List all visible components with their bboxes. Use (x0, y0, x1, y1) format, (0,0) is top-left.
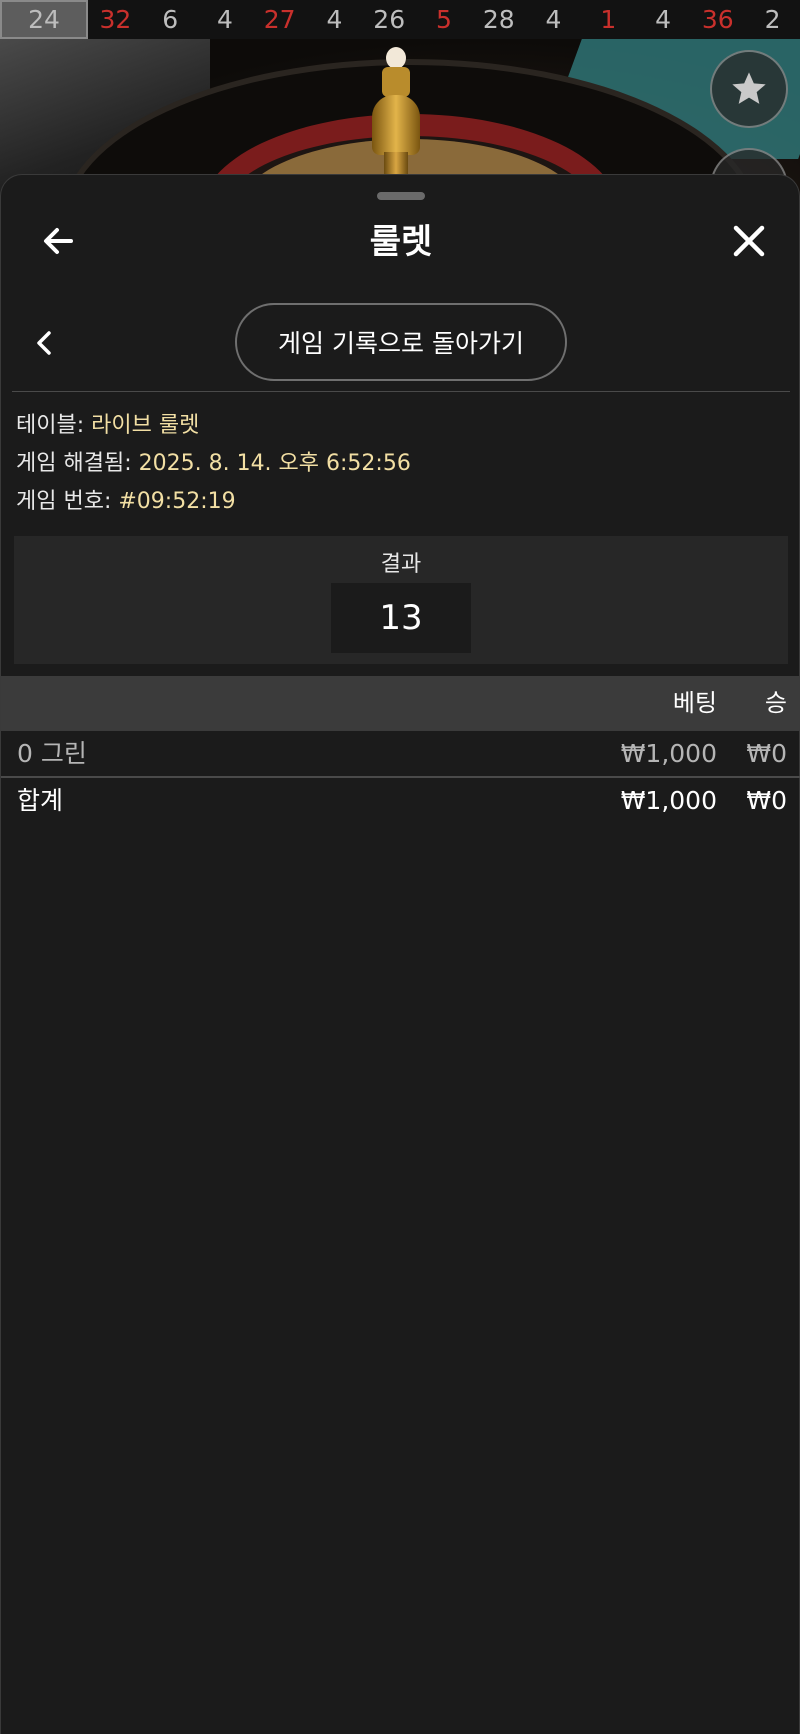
previous-game-button[interactable] (29, 325, 59, 361)
sheet-drag-handle[interactable] (377, 192, 425, 200)
sheet-header: 룰렛 (1, 211, 800, 273)
game-number-info: 게임 번호: #09:52:19 (16, 483, 786, 521)
results-history-strip: 24 32 6 4 27 4 26 5 28 4 1 4 36 2 (0, 0, 800, 39)
table-value: 라이브 룰렛 (91, 413, 200, 438)
history-result: 27 (263, 5, 296, 34)
back-button[interactable] (37, 219, 81, 263)
result-panel: 결과 13 (14, 536, 788, 664)
bet-name: 0 그린 (17, 739, 87, 768)
total-row: 합계 ₩1,000 ₩0 (1, 778, 800, 824)
star-icon (732, 72, 766, 104)
column-header-bet: 베팅 (672, 689, 717, 717)
page-title: 룰렛 (369, 222, 433, 262)
back-to-history-button[interactable]: 게임 기록으로 돌아가기 (235, 303, 567, 381)
chevron-left-icon (37, 331, 51, 355)
history-result: 26 (373, 5, 406, 34)
resolved-label: 게임 해결됨: (16, 451, 132, 476)
close-icon (733, 225, 765, 257)
close-button[interactable] (727, 219, 771, 263)
win-amount: ₩0 (746, 739, 787, 768)
game-number-value: #09:52:19 (118, 489, 236, 514)
history-result: 28 (482, 5, 515, 34)
history-result: 4 (216, 5, 233, 34)
bets-table-header: 베팅 승 (1, 676, 800, 731)
result-label: 결과 (380, 552, 422, 577)
resolved-value: 2025. 8. 14. 오후 6:52:56 (138, 451, 411, 476)
column-header-win: 승 (764, 689, 787, 717)
divider (12, 391, 790, 392)
total-bet-amount: ₩1,000 (620, 786, 717, 815)
favorite-button[interactable] (710, 50, 788, 128)
history-result: 2 (764, 5, 781, 34)
history-result: 32 (99, 5, 132, 34)
resolved-info: 게임 해결됨: 2025. 8. 14. 오후 6:52:56 (16, 445, 786, 483)
history-result: 6 (162, 5, 179, 34)
table-info: 테이블: 라이브 룰렛 (16, 407, 786, 445)
history-nav: 게임 기록으로 돌아가기 (1, 303, 800, 383)
game-details-sheet: 룰렛 게임 기록으로 돌아가기 테이블: 라이브 룰렛 게임 해결됨: 2025 (0, 174, 800, 1734)
game-info: 테이블: 라이브 룰렛 게임 해결됨: 2025. 8. 14. 오후 6:52… (16, 407, 786, 521)
history-result: 1 (600, 5, 617, 34)
history-result: 4 (326, 5, 343, 34)
history-result: 36 (701, 5, 734, 34)
history-result: 24 (0, 0, 88, 39)
table-row: 0 그린 ₩1,000 ₩0 (1, 731, 800, 777)
game-number-label: 게임 번호: (16, 489, 112, 514)
total-label: 합계 (17, 786, 64, 815)
history-result: 4 (545, 5, 562, 34)
arrow-left-icon (44, 228, 73, 254)
total-win-amount: ₩0 (746, 786, 787, 815)
history-result: 5 (436, 5, 452, 34)
history-result: 4 (655, 5, 671, 34)
bet-amount: ₩1,000 (620, 739, 717, 768)
table-label: 테이블: (16, 413, 85, 438)
result-number: 13 (331, 583, 471, 653)
